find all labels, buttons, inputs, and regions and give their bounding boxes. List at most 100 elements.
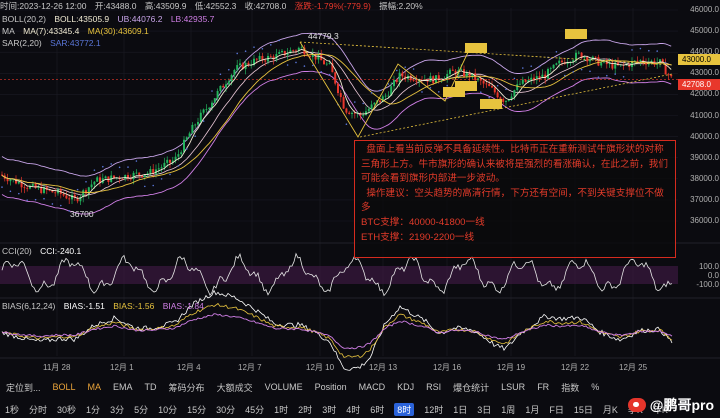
wave-marker: [443, 87, 465, 97]
toolbar1-item[interactable]: TD: [145, 382, 157, 392]
toolbar2-item[interactable]: 1月: [525, 403, 539, 416]
candle-body: [482, 80, 485, 84]
toolbar1-item[interactable]: KDJ: [397, 382, 414, 392]
toolbar1-item[interactable]: %: [591, 382, 599, 392]
candle-body: [502, 98, 505, 102]
toolbar2-item[interactable]: 3日: [477, 403, 491, 416]
toolbar1-item[interactable]: VOLUME: [265, 382, 303, 392]
price-tick: 40000.0: [690, 131, 719, 141]
toolbar2-item[interactable]: 12时: [424, 403, 443, 416]
toolbar1-item[interactable]: 筹码分布: [169, 381, 205, 394]
sar-label: SAR(2,20): [2, 38, 42, 48]
sar-dot: [295, 61, 297, 64]
toolbar2-item[interactable]: 月K: [603, 403, 618, 416]
candle-body: [325, 63, 328, 65]
watermark-text: @鹏哥pro: [649, 397, 714, 413]
toolbar2-item[interactable]: 10分: [158, 403, 177, 416]
sar-dot: [580, 68, 583, 71]
toolbar2-item[interactable]: 1周: [501, 403, 515, 416]
sar-dot: [278, 39, 281, 42]
toolbar2-item[interactable]: 5分: [134, 403, 148, 416]
candle-body: [530, 77, 533, 80]
toolbar1-item[interactable]: 指数: [561, 381, 579, 394]
high-annotation: 44779.3: [308, 31, 339, 41]
candle-body: [600, 62, 603, 66]
boll-value: BOLL:43505.9: [54, 14, 110, 24]
toolbar1-item[interactable]: 定位到...: [6, 381, 41, 394]
date-label: 12月 10: [306, 363, 335, 372]
toolbar2-item[interactable]: 15分: [187, 403, 206, 416]
toolbar1-item[interactable]: RSI: [426, 382, 441, 392]
wave-marker: [565, 29, 587, 39]
candle-body: [337, 83, 339, 94]
candle-body: [345, 108, 348, 113]
toolbar1-item[interactable]: Position: [315, 382, 347, 392]
change-value: 涨跌:-1.79%(-779.9): [294, 1, 371, 11]
candle-body: [379, 100, 381, 103]
candle-body: [292, 50, 295, 52]
toolbar2-item[interactable]: 分时: [29, 403, 47, 416]
candle-body: [68, 198, 71, 200]
toolbar2-item[interactable]: 3分: [110, 403, 124, 416]
note-paragraph-2: 操作建议：空头趋势的高清行情，下方还有空间，不到关键支撑位不做多: [361, 187, 664, 214]
candle-body: [149, 169, 152, 174]
toolbar2-item[interactable]: 45分: [245, 403, 264, 416]
candle-body: [460, 69, 463, 71]
candle-body: [205, 108, 208, 110]
candle-body: [670, 74, 673, 77]
toolbar2-item[interactable]: 1时: [274, 403, 288, 416]
toolbar2-item[interactable]: 30分: [216, 403, 235, 416]
candle-body: [227, 81, 230, 85]
toolbar2-item[interactable]: 2时: [298, 403, 312, 416]
toolbar1-item[interactable]: 大额成交: [217, 381, 253, 394]
candle-body: [180, 152, 183, 155]
toolbar1-item[interactable]: LSUR: [501, 382, 525, 392]
sar-dot: [412, 68, 415, 70]
toolbar1-item[interactable]: MACD: [359, 382, 386, 392]
candle-body: [71, 194, 73, 200]
note-paragraph-4: ETH支撑：2190-2200一线: [361, 231, 475, 243]
sar-dot: [328, 73, 331, 76]
weibo-icon: [627, 398, 646, 412]
toolbar2-item[interactable]: F日: [549, 403, 564, 416]
candle-body: [96, 177, 99, 182]
ma-header: MA MA(7):43345.4 MA(30):43609.1: [2, 26, 155, 37]
candle-body: [488, 83, 491, 87]
sar-dot: [236, 52, 238, 55]
cci-label: CCI(20): [2, 246, 32, 256]
wave-marker: [480, 99, 502, 109]
sar-dot: [228, 68, 230, 71]
toolbar1-item[interactable]: FR: [537, 382, 549, 392]
toolbar2-item[interactable]: 3时: [322, 403, 336, 416]
sar-dot: [135, 160, 138, 162]
toolbar2-item[interactable]: 15日: [574, 403, 593, 416]
sar-dot: [345, 123, 348, 126]
cci-header: CCI(20) CCI:-240.1: [2, 246, 87, 257]
candle-body: [485, 83, 488, 85]
candle-body: [513, 90, 516, 97]
toolbar1-item[interactable]: EMA: [113, 382, 133, 392]
toolbar2-item[interactable]: 1日: [453, 403, 467, 416]
sar-dot: [177, 164, 180, 167]
toolbar1-item[interactable]: BOLL: [53, 382, 76, 392]
toolbar2-item[interactable]: 1分: [86, 403, 100, 416]
toolbar2-item[interactable]: 1秒: [5, 403, 19, 416]
candle-body: [188, 133, 191, 138]
toolbar1-item[interactable]: MA: [88, 382, 102, 392]
watermark: @鹏哥pro: [627, 395, 714, 415]
sar-dot: [85, 181, 87, 183]
candle-body: [230, 74, 233, 82]
toolbar2-item[interactable]: 6时: [370, 403, 384, 416]
candle-body: [34, 183, 37, 189]
sar-dot: [211, 90, 213, 92]
sar-dot: [144, 185, 146, 188]
toolbar1-item[interactable]: 爆仓统计: [453, 381, 489, 394]
candle-body: [558, 60, 561, 64]
candle-body: [197, 121, 199, 125]
candle-body: [586, 56, 589, 62]
candle-body: [239, 63, 241, 66]
toolbar2-item[interactable]: 30秒: [57, 403, 76, 416]
toolbar2-item[interactable]: 8时: [394, 402, 415, 416]
toolbar2-item[interactable]: 4时: [346, 403, 360, 416]
sar-dot: [631, 49, 633, 51]
